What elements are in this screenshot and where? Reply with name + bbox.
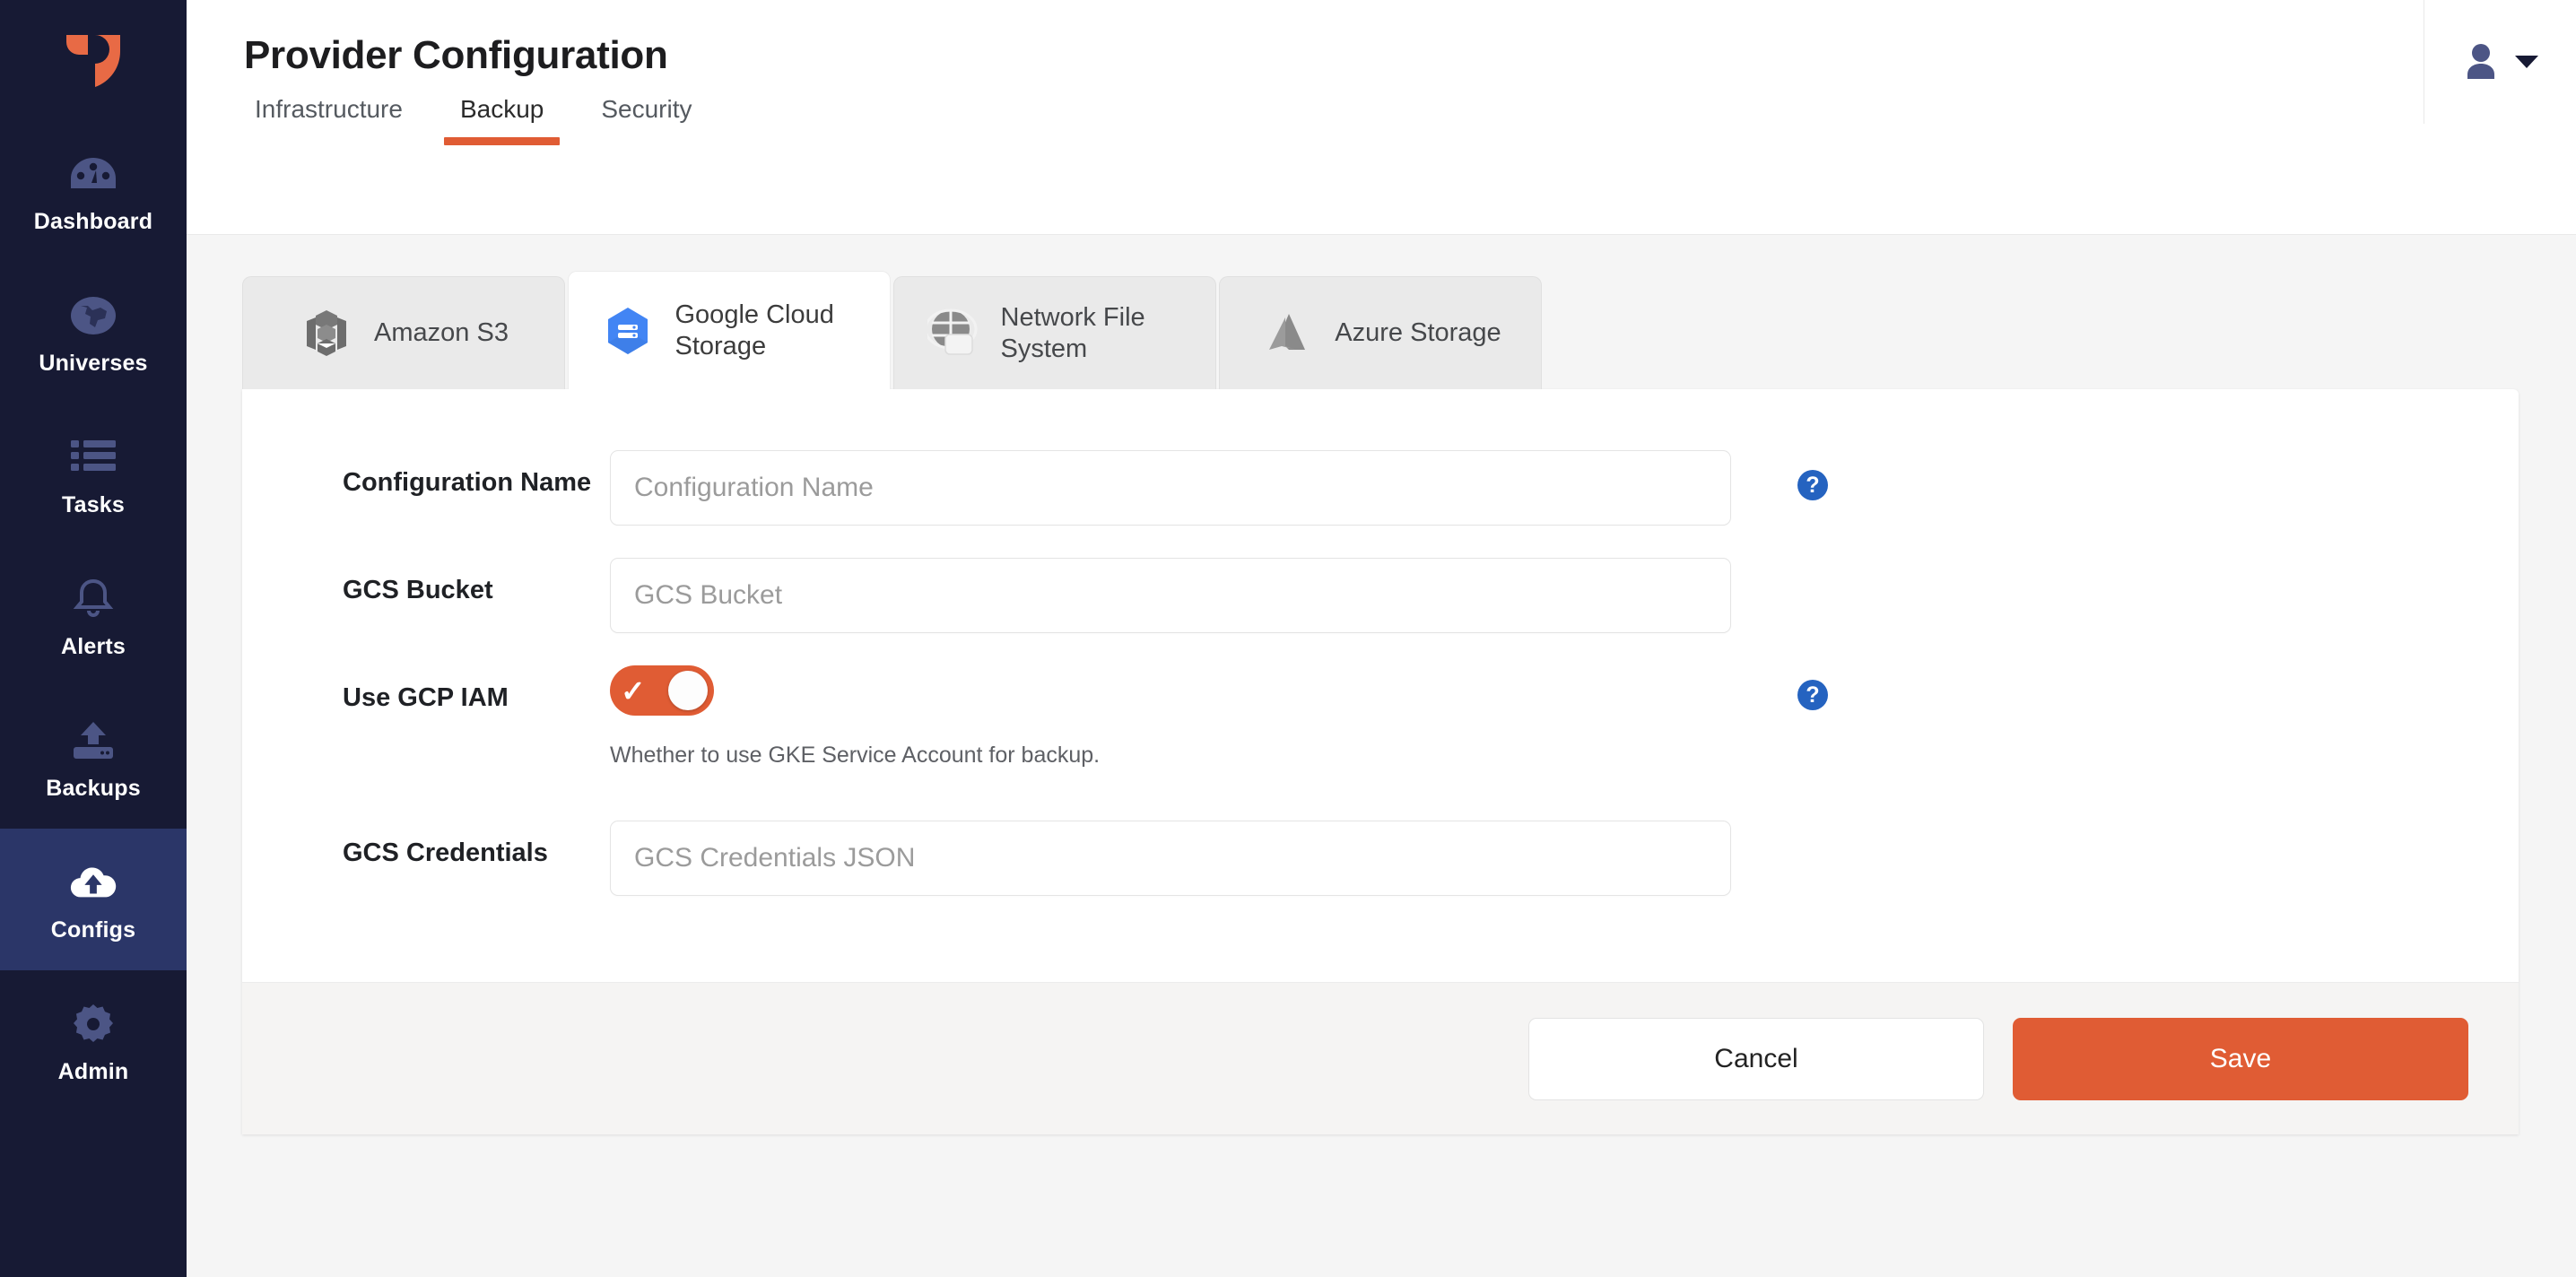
chevron-down-icon	[2515, 56, 2538, 68]
field-row-use-gcp-iam: Use GCP IAM ✓ Whether to use GKE Service…	[242, 665, 2519, 769]
provider-tab-label: Azure Storage	[1335, 317, 1501, 348]
sidebar-item-label: Alerts	[61, 636, 126, 658]
globe-icon	[68, 291, 118, 340]
provider-tab-label: Network File System	[1001, 302, 1185, 363]
gcs-bucket-field	[610, 558, 1731, 633]
field-row-configuration-name: Configuration Name ?	[242, 450, 2519, 526]
tab-security[interactable]: Security	[572, 97, 720, 145]
field-row-gcs-credentials: GCS Credentials	[242, 821, 2519, 896]
sidebar-item-tasks[interactable]: Tasks	[0, 404, 187, 545]
gear-icon	[68, 1000, 118, 1048]
toggle-knob	[668, 671, 708, 710]
account-menu[interactable]	[2424, 0, 2576, 124]
provider-tab-label: Google Cloud Storage	[675, 300, 859, 361]
dashboard-gauge-icon	[68, 150, 118, 198]
content-area: Amazon S3	[187, 235, 2576, 1277]
tab-infrastructure[interactable]: Infrastructure	[244, 97, 431, 145]
amazon-s3-icon	[299, 306, 354, 361]
check-icon: ✓	[621, 676, 646, 706]
provider-tab-amazon-s3[interactable]: Amazon S3	[242, 276, 565, 389]
provider-tab-google-cloud-storage[interactable]: Google Cloud Storage	[568, 271, 891, 389]
cancel-button[interactable]: Cancel	[1528, 1018, 1984, 1100]
sidebar-item-label: Admin	[58, 1061, 129, 1083]
tab-label: Security	[601, 95, 692, 123]
configuration-name-label: Configuration Name	[343, 450, 610, 500]
bell-icon	[68, 575, 118, 623]
main-area: Provider Configuration Infrastructure Ba…	[187, 0, 2576, 1277]
configuration-name-input[interactable]	[610, 450, 1731, 526]
azure-storage-icon	[1259, 306, 1315, 361]
gcs-credentials-input[interactable]	[610, 821, 1731, 896]
tab-backup[interactable]: Backup	[431, 97, 572, 145]
save-button[interactable]: Save	[2013, 1018, 2468, 1100]
use-gcp-iam-help-text: Whether to use GKE Service Account for b…	[610, 743, 1731, 769]
sidebar-item-dashboard[interactable]: Dashboard	[0, 120, 187, 262]
page-title: Provider Configuration	[187, 0, 2576, 77]
gcs-bucket-input[interactable]	[610, 558, 1731, 633]
sidebar-item-label: Dashboard	[34, 211, 152, 233]
app-logo[interactable]	[0, 7, 187, 120]
app-root: Dashboard Universes	[0, 0, 2576, 1277]
user-avatar-icon	[2463, 43, 2499, 81]
help-question-icon[interactable]: ?	[1797, 680, 1828, 710]
card-footer: Cancel Save	[242, 982, 2519, 1134]
use-gcp-iam-label: Use GCP IAM	[343, 665, 610, 715]
sidebar-item-admin[interactable]: Admin	[0, 970, 187, 1112]
sidebar-item-backups[interactable]: Backups	[0, 687, 187, 829]
section-tabs: Infrastructure Backup Security	[187, 97, 2576, 145]
google-cloud-storage-icon	[600, 303, 656, 359]
sidebar-item-configs[interactable]: Configs	[0, 829, 187, 970]
yugabyte-logo-icon	[61, 31, 126, 97]
tab-label: Backup	[460, 95, 544, 123]
configuration-name-field	[610, 450, 1731, 526]
field-row-gcs-bucket: GCS Bucket	[242, 558, 2519, 633]
sidebar-item-universes[interactable]: Universes	[0, 262, 187, 404]
storage-provider-tabs: Amazon S3	[242, 271, 2519, 389]
sidebar-item-label: Configs	[51, 919, 135, 942]
cloud-upload-icon	[68, 858, 118, 907]
backup-upload-icon	[68, 717, 118, 765]
top-bar: Provider Configuration Infrastructure Ba…	[187, 0, 2576, 235]
provider-tab-label: Amazon S3	[374, 317, 509, 348]
sidebar-item-label: Backups	[46, 777, 141, 800]
use-gcp-iam-toggle[interactable]: ✓	[610, 665, 714, 716]
gcs-bucket-label: GCS Bucket	[343, 558, 610, 607]
gcs-credentials-label: GCS Credentials	[343, 821, 610, 870]
sidebar-item-label: Tasks	[62, 494, 125, 517]
tab-label: Infrastructure	[255, 95, 403, 123]
list-icon	[68, 433, 118, 482]
provider-tab-network-file-system[interactable]: Network File System	[893, 276, 1216, 389]
sidebar: Dashboard Universes	[0, 0, 187, 1277]
gcs-config-form: Configuration Name ? GCS Bucket	[242, 429, 2519, 982]
backup-config-panel: Amazon S3	[242, 271, 2519, 1134]
provider-tab-azure-storage[interactable]: Azure Storage	[1219, 276, 1542, 389]
network-file-system-icon	[926, 306, 981, 361]
sidebar-item-alerts[interactable]: Alerts	[0, 545, 187, 687]
use-gcp-iam-field: ✓ Whether to use GKE Service Account for…	[610, 665, 1731, 769]
sidebar-item-label: Universes	[39, 352, 147, 375]
gcs-config-card: Configuration Name ? GCS Bucket	[242, 389, 2519, 1134]
gcs-credentials-field	[610, 821, 1731, 896]
help-question-icon[interactable]: ?	[1797, 470, 1828, 500]
